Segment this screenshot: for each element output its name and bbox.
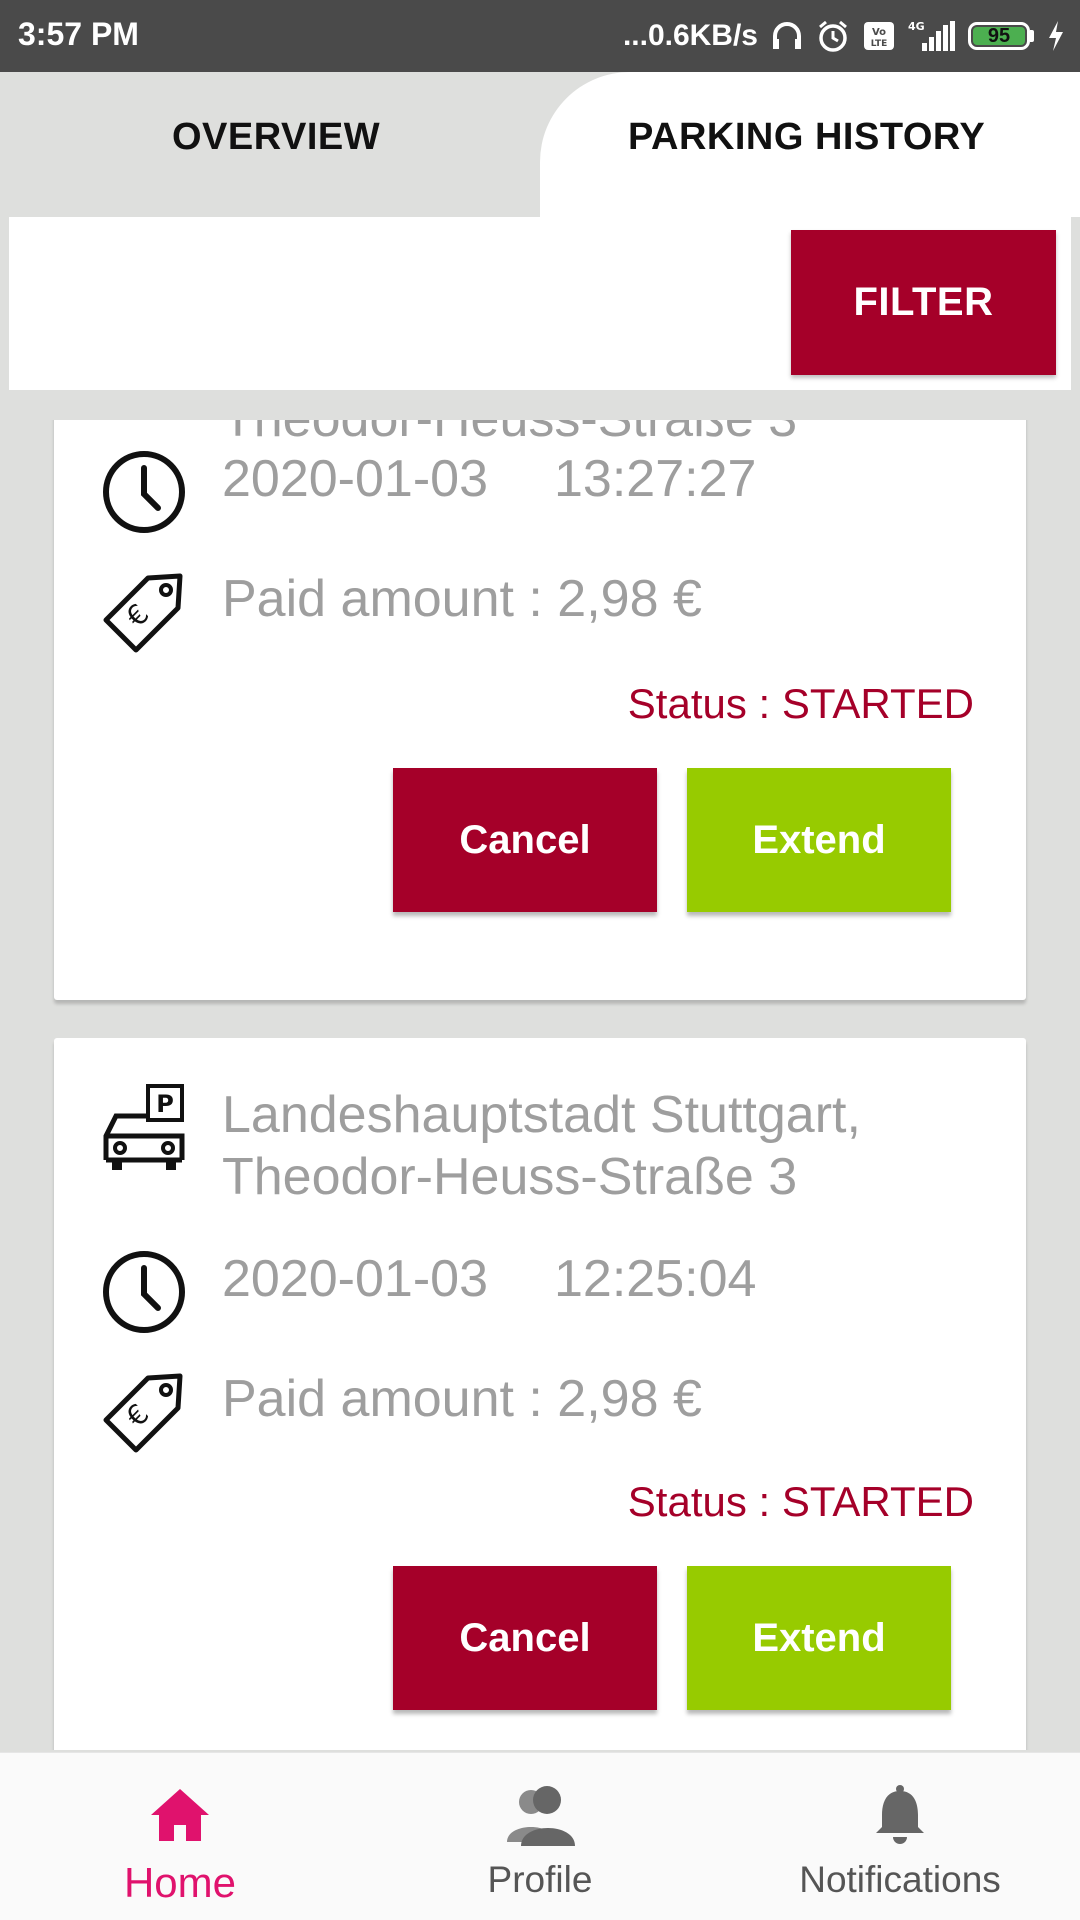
location-row: P Landeshauptstadt Stuttgart, Theodor-He… bbox=[100, 1084, 861, 1208]
parking-card: Theodor-Heuss-Straße 3 2020-01-03 13:27:2… bbox=[54, 420, 1026, 1000]
extend-button[interactable]: Extend bbox=[687, 768, 951, 912]
nav-profile[interactable]: Profile bbox=[360, 1753, 720, 1920]
filter-button[interactable]: FILTER bbox=[791, 230, 1056, 375]
parking-status: Status : STARTED bbox=[627, 1478, 974, 1525]
tab-parking-history[interactable]: PARKING HISTORY bbox=[628, 116, 985, 159]
battery-icon: 95 bbox=[968, 22, 1034, 50]
extend-button[interactable]: Extend bbox=[687, 1566, 951, 1710]
tab-overview[interactable]: OVERVIEW bbox=[172, 116, 380, 159]
price-tag-icon: € bbox=[100, 568, 188, 656]
parking-date: 2020-01-03 bbox=[222, 450, 488, 508]
nav-home[interactable]: Home bbox=[0, 1753, 360, 1920]
filter-bar: FILTER bbox=[9, 217, 1071, 390]
datetime-row: 2020-01-03 12:25:04 bbox=[100, 1248, 756, 1336]
price-tag-icon: € bbox=[100, 1368, 188, 1456]
paid-amount: Paid amount : 2,98 € bbox=[222, 1370, 702, 1428]
network-speed: ...0.6KB/s bbox=[622, 19, 758, 52]
parking-history-list[interactable]: Theodor-Heuss-Straße 3 2020-01-03 13:27:2… bbox=[0, 420, 1080, 1750]
datetime-row: 2020-01-03 13:27:27 bbox=[100, 448, 756, 536]
parking-location-line1: Landeshauptstadt Stuttgart, bbox=[222, 1086, 861, 1144]
parking-card: P Landeshauptstadt Stuttgart, Theodor-He… bbox=[54, 1038, 1026, 1750]
amount-row: € Paid amount : 2,98 € bbox=[100, 568, 702, 656]
cancel-button[interactable]: Cancel bbox=[393, 1566, 657, 1710]
profile-icon bbox=[503, 1779, 577, 1851]
alarm-icon bbox=[816, 19, 850, 53]
volte-icon: Vo LTE bbox=[862, 19, 896, 53]
svg-text:4G: 4G bbox=[908, 20, 925, 33]
nav-home-label: Home bbox=[123, 1859, 237, 1906]
battery-level: 95 bbox=[973, 25, 1025, 47]
parking-location: Theodor-Heuss-Straße 3 bbox=[222, 420, 797, 450]
paid-amount: Paid amount : 2,98 € bbox=[222, 570, 702, 628]
clock-icon bbox=[100, 448, 188, 536]
tab-bar: OVERVIEW PARKING HISTORY bbox=[0, 72, 1080, 217]
parking-location-line2: Theodor-Heuss-Straße 3 bbox=[222, 1148, 798, 1206]
nav-notifications[interactable]: Notifications bbox=[720, 1753, 1080, 1920]
nav-notifications-label: Notifications bbox=[799, 1859, 1001, 1900]
cancel-button[interactable]: Cancel bbox=[393, 768, 657, 912]
home-icon bbox=[149, 1779, 211, 1851]
parking-location: Landeshauptstadt Stuttgart, Theodor-Heus… bbox=[222, 1084, 861, 1208]
parking-date: 2020-01-03 bbox=[222, 1250, 488, 1308]
parking-time: 13:27:27 bbox=[554, 450, 757, 508]
bottom-navigation: Home Profile Notifications bbox=[0, 1752, 1080, 1920]
clock-icon bbox=[100, 1248, 188, 1336]
parking-car-icon: P bbox=[100, 1084, 188, 1172]
charging-icon bbox=[1046, 19, 1066, 53]
status-bar: 3:57 PM ...0.6KB/s Vo LTE 4G 95 bbox=[0, 0, 1080, 72]
svg-text:P: P bbox=[156, 1090, 174, 1118]
parking-status: Status : STARTED bbox=[627, 680, 974, 727]
bell-icon bbox=[872, 1779, 928, 1851]
headphones-icon bbox=[770, 19, 804, 53]
amount-row: € Paid amount : 2,98 € bbox=[100, 1368, 702, 1456]
svg-text:LTE: LTE bbox=[871, 39, 888, 49]
nav-profile-label: Profile bbox=[487, 1859, 593, 1900]
parking-time: 12:25:04 bbox=[554, 1250, 757, 1308]
svg-text:Vo: Vo bbox=[872, 27, 886, 38]
status-icons: ...0.6KB/s Vo LTE 4G 95 bbox=[623, 14, 1066, 58]
status-time: 3:57 PM bbox=[18, 16, 139, 52]
signal-4g-icon: 4G bbox=[908, 19, 956, 53]
